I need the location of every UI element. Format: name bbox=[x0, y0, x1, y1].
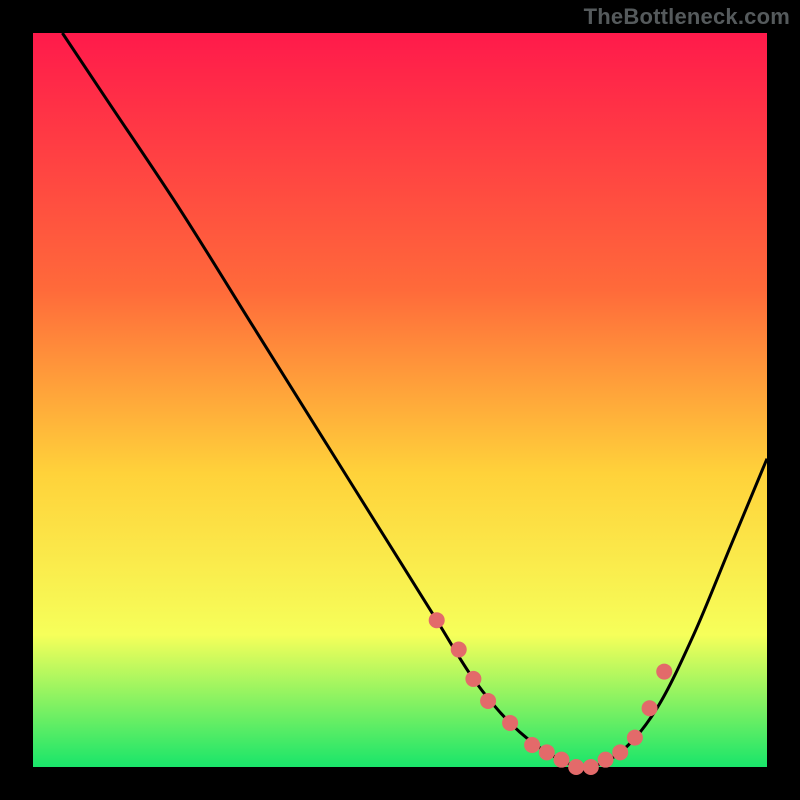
data-marker bbox=[583, 759, 599, 775]
data-marker bbox=[429, 612, 445, 628]
data-marker bbox=[451, 642, 467, 658]
chart-stage: TheBottleneck.com bbox=[0, 0, 800, 800]
data-marker bbox=[642, 700, 658, 716]
plot-background bbox=[33, 33, 767, 767]
data-marker bbox=[502, 715, 518, 731]
data-marker bbox=[539, 744, 555, 760]
data-marker bbox=[568, 759, 584, 775]
watermark-text: TheBottleneck.com bbox=[584, 4, 790, 30]
data-marker bbox=[598, 752, 614, 768]
data-marker bbox=[524, 737, 540, 753]
data-marker bbox=[553, 752, 569, 768]
data-marker bbox=[465, 671, 481, 687]
data-marker bbox=[656, 664, 672, 680]
data-marker bbox=[627, 730, 643, 746]
data-marker bbox=[480, 693, 496, 709]
data-marker bbox=[612, 744, 628, 760]
chart-svg bbox=[0, 0, 800, 800]
